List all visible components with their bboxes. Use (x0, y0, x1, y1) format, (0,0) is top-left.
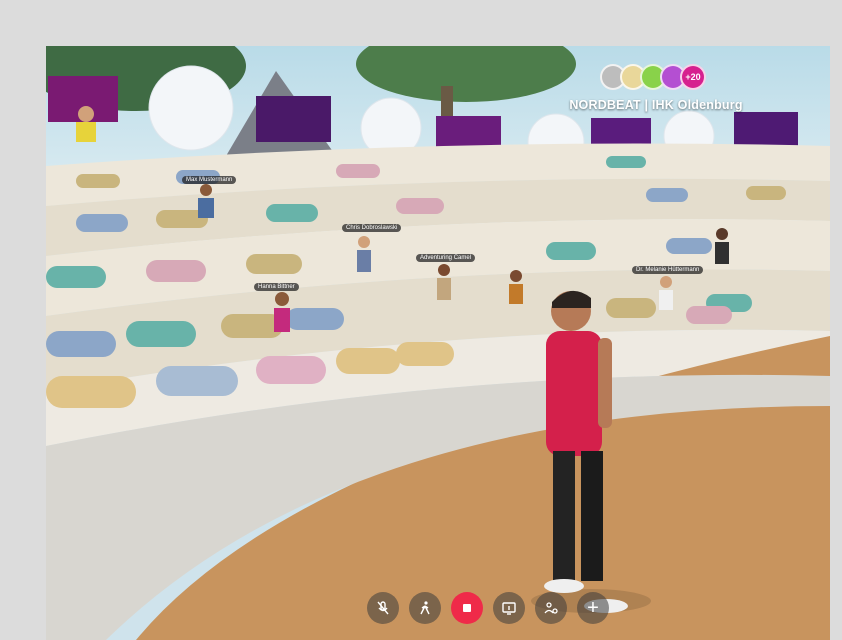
movement-button[interactable] (409, 592, 441, 624)
screen-share-icon (502, 602, 516, 615)
plus-icon: + (587, 597, 599, 619)
participant-count-badge[interactable]: +20 (680, 64, 706, 90)
bottom-toolbar: + (46, 592, 830, 624)
add-button[interactable]: + (577, 592, 609, 624)
people-settings-icon (544, 602, 558, 614)
avatar-nametag: Hanna Bittner (254, 283, 299, 291)
display-panel (256, 96, 331, 142)
walking-person-icon (420, 601, 430, 615)
3d-scene-viewport[interactable]: +20 NORDBEAT | IHK Oldenburg Hanna Bittn… (46, 46, 830, 640)
room-header: +20 NORDBEAT | IHK Oldenburg (526, 64, 786, 112)
amphitheater-scene (46, 46, 830, 640)
people-settings-button[interactable] (535, 592, 567, 624)
screen-share-button[interactable] (493, 592, 525, 624)
room-title: NORDBEAT | IHK Oldenburg (569, 98, 743, 112)
avatar-nametag: Chris Dobroslawski (342, 224, 402, 232)
mic-off-button[interactable] (367, 592, 399, 624)
participant-avatars[interactable]: +20 (526, 64, 786, 90)
avatar-nametag: Adventuring Camel (416, 254, 476, 262)
stop-recording-button[interactable] (451, 592, 483, 624)
avatar-nametag: Dr. Melanie Hüttermann (632, 266, 704, 274)
bubble-portal (148, 65, 234, 151)
stop-icon (463, 604, 471, 612)
mic-off-icon (377, 601, 389, 615)
avatar-nametag: Max Mustermann (182, 176, 237, 184)
